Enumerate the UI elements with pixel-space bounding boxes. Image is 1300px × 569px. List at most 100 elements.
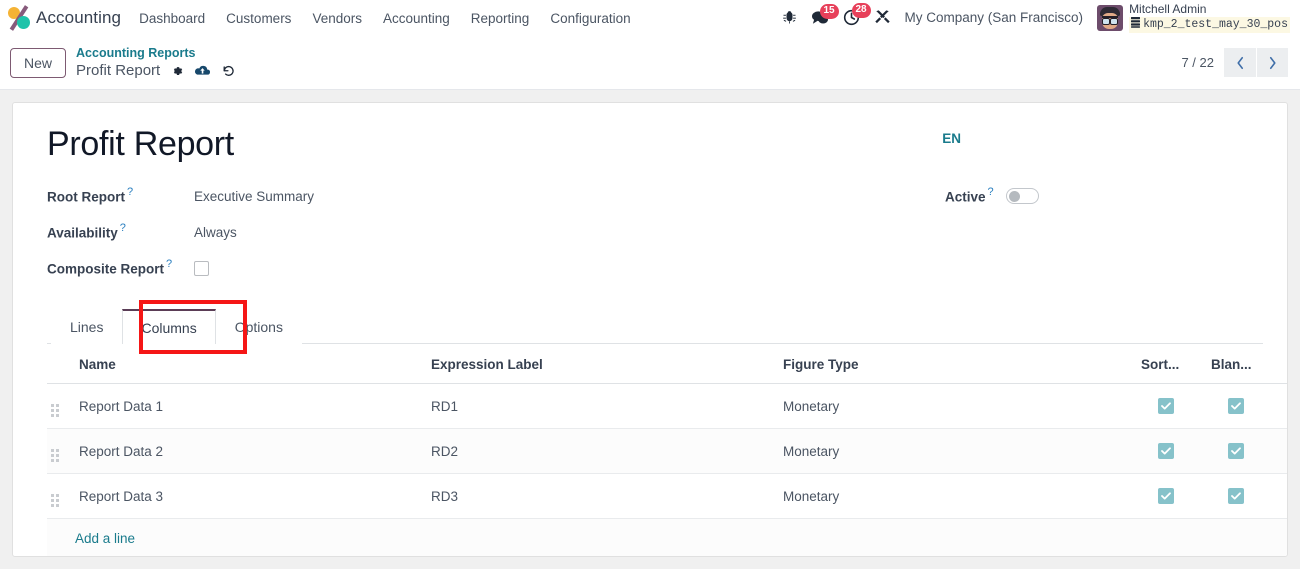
blank-if-zero-checkbox[interactable] <box>1228 488 1244 504</box>
cell-name[interactable]: Report Data 2 <box>75 428 427 474</box>
database-name-chip: kmp_2_test_may_30_pos <box>1129 17 1290 33</box>
cell-figure-type[interactable]: Monetary <box>779 428 1131 474</box>
column-header-blank-if-zero[interactable]: Blan... <box>1201 344 1271 384</box>
pager-next-button[interactable] <box>1256 48 1288 77</box>
app-brand-name[interactable]: Accounting <box>36 8 121 28</box>
pager-previous-button[interactable] <box>1224 48 1256 77</box>
pager-count: 7 / 22 <box>1181 55 1214 70</box>
cell-expression-label[interactable]: RD1 <box>427 383 779 429</box>
cell-sortable <box>1131 428 1201 474</box>
table-row[interactable]: Report Data 2 RD2 Monetary <box>47 428 1287 474</box>
gear-icon[interactable] <box>170 64 184 78</box>
menu-item-vendors[interactable]: Vendors <box>312 11 362 26</box>
main-menu: Dashboard Customers Vendors Accounting R… <box>139 11 631 26</box>
column-header-delete <box>1271 344 1287 384</box>
cell-figure-type[interactable]: Monetary <box>779 383 1131 429</box>
row-drag-handle-cell[interactable] <box>47 473 75 519</box>
field-active: Active? <box>945 178 1263 214</box>
company-switcher[interactable]: My Company (San Francisco) <box>905 10 1084 25</box>
add-line-cell[interactable]: Add a line <box>47 518 1287 556</box>
notebook: Lines Columns Options Name Expression La… <box>47 300 1287 556</box>
record-pager: 7 / 22 <box>1181 48 1288 77</box>
table-row[interactable]: Report Data 1 RD1 Monetary <box>47 383 1287 429</box>
menu-item-accounting[interactable]: Accounting <box>383 11 450 26</box>
activities-count-badge: 28 <box>851 3 871 19</box>
messages-count-badge: 15 <box>819 3 839 19</box>
cell-sortable <box>1131 473 1201 519</box>
cell-delete <box>1271 383 1287 429</box>
field-label-root-report: Root Report <box>47 189 125 205</box>
active-toggle[interactable] <box>1005 188 1039 204</box>
cell-delete <box>1271 473 1287 519</box>
field-composite-report: Composite Report? <box>47 250 655 286</box>
activities-clock-icon[interactable]: 28 <box>843 3 871 26</box>
cell-sortable <box>1131 383 1201 429</box>
cell-expression-label[interactable]: RD2 <box>427 428 779 474</box>
help-tooltip-icon[interactable]: ? <box>120 222 126 234</box>
menu-item-configuration[interactable]: Configuration <box>550 11 630 26</box>
row-drag-handle-cell[interactable] <box>47 428 75 474</box>
columns-table: Name Expression Label Figure Type Sort..… <box>47 344 1287 556</box>
form-sheet: EN Profit Report Root Report? Executive … <box>12 102 1288 557</box>
field-value-root-report[interactable]: Executive Summary <box>194 189 314 204</box>
wrench-icon[interactable] <box>874 9 891 26</box>
top-navbar: Accounting Dashboard Customers Vendors A… <box>0 0 1300 36</box>
odoo-accounting-logo-icon[interactable] <box>6 5 32 31</box>
user-avatar <box>1097 4 1124 31</box>
drag-handle-icon[interactable] <box>51 494 59 507</box>
composite-report-checkbox[interactable] <box>194 260 209 276</box>
cell-blank-if-zero <box>1201 473 1271 519</box>
help-tooltip-icon[interactable]: ? <box>127 186 133 198</box>
undo-discard-icon[interactable] <box>221 64 236 78</box>
new-button[interactable]: New <box>10 47 67 78</box>
sortable-checkbox[interactable] <box>1158 398 1174 414</box>
cell-delete <box>1271 428 1287 474</box>
control-panel: New Accounting Reports Profit Report 7 /… <box>0 36 1300 90</box>
cell-expression-label[interactable]: RD3 <box>427 473 779 519</box>
column-header-name[interactable]: Name <box>75 344 427 384</box>
menu-item-customers[interactable]: Customers <box>226 11 291 26</box>
help-tooltip-icon[interactable]: ? <box>988 186 994 198</box>
tab-columns[interactable]: Columns <box>122 309 216 344</box>
breadcrumb-parent-link[interactable]: Accounting Reports <box>76 45 236 61</box>
menu-item-dashboard[interactable]: Dashboard <box>139 11 205 26</box>
cloud-upload-save-icon[interactable] <box>194 64 211 78</box>
field-label-composite-report: Composite Report <box>47 261 165 277</box>
blank-if-zero-checkbox[interactable] <box>1228 398 1244 414</box>
form-left-column: Root Report? Executive Summary Availabil… <box>47 178 655 286</box>
field-availability: Availability? Always <box>47 214 655 250</box>
breadcrumb: Accounting Reports Profit Report <box>76 45 236 81</box>
cell-figure-type[interactable]: Monetary <box>779 473 1131 519</box>
tab-options[interactable]: Options <box>215 309 302 344</box>
drag-handle-icon[interactable] <box>51 449 59 462</box>
drag-handle-icon[interactable] <box>51 404 59 417</box>
table-header-row: Name Expression Label Figure Type Sort..… <box>47 344 1287 384</box>
tab-lines[interactable]: Lines <box>51 309 123 344</box>
messages-icon[interactable]: 15 <box>811 3 839 26</box>
blank-if-zero-checkbox[interactable] <box>1228 443 1244 459</box>
page-background: EN Profit Report Root Report? Executive … <box>0 90 1300 569</box>
column-header-sortable[interactable]: Sort... <box>1131 344 1201 384</box>
sortable-checkbox[interactable] <box>1158 443 1174 459</box>
menu-item-reporting[interactable]: Reporting <box>471 11 530 26</box>
cell-blank-if-zero <box>1201 428 1271 474</box>
user-menu[interactable]: Mitchell Admin kmp_2_test_may_30_pos <box>1097 3 1290 33</box>
sortable-checkbox[interactable] <box>1158 488 1174 504</box>
database-name: kmp_2_test_may_30_pos <box>1143 18 1288 32</box>
language-badge[interactable]: EN <box>942 131 961 146</box>
page-title: Profit Report <box>47 125 234 163</box>
field-label-availability: Availability <box>47 225 118 241</box>
cell-name[interactable]: Report Data 1 <box>75 383 427 429</box>
row-drag-handle-cell[interactable] <box>47 383 75 429</box>
column-header-expression-label[interactable]: Expression Label <box>427 344 779 384</box>
field-label-active: Active <box>945 189 986 205</box>
field-value-availability[interactable]: Always <box>194 225 237 240</box>
help-tooltip-icon[interactable]: ? <box>166 258 172 270</box>
cell-name[interactable]: Report Data 3 <box>75 473 427 519</box>
add-a-line-link[interactable]: Add a line <box>51 531 135 546</box>
add-line-row[interactable]: Add a line <box>47 518 1287 556</box>
notebook-tabs: Lines Columns Options <box>47 308 1263 344</box>
column-header-figure-type[interactable]: Figure Type <box>779 344 1131 384</box>
table-row[interactable]: Report Data 3 RD3 Monetary <box>47 473 1287 519</box>
bug-icon[interactable] <box>782 10 797 25</box>
